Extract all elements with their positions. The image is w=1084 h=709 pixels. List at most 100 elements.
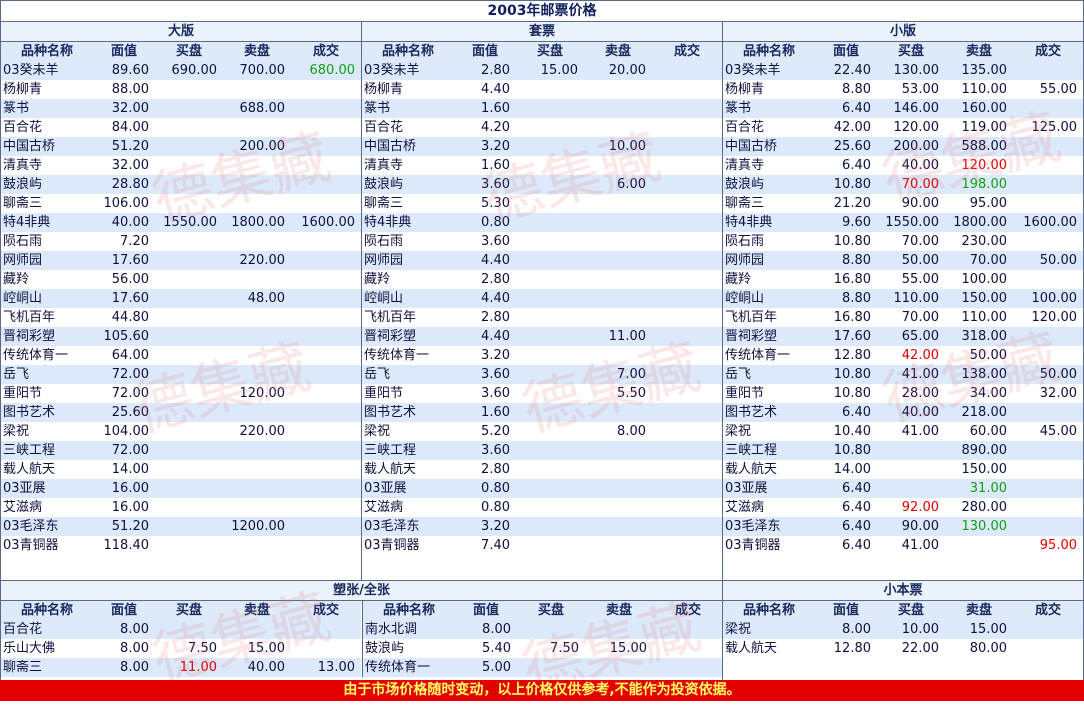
bid-cell (155, 308, 223, 327)
deal-cell (653, 639, 723, 658)
deal-cell (1013, 441, 1083, 460)
bid-cell (155, 327, 223, 346)
table-row: 特4非典 0.80 (362, 213, 722, 232)
table-row: 鼓浪屿 3.60 6.00 (362, 175, 722, 194)
stamp-name-cell: 篆书 (723, 99, 815, 118)
deal-cell: 680.00 (291, 61, 361, 80)
table-row: 崆峒山 4.40 (362, 289, 722, 308)
column-header: 品种名称 (1, 42, 93, 61)
ask-cell: 200.00 (223, 137, 291, 156)
stamp-name-cell: 03癸未羊 (723, 61, 815, 80)
face-value-cell: 14.00 (111, 462, 149, 477)
deal-cell (291, 194, 361, 213)
bid-cell (877, 441, 945, 460)
ask-cell: 95.00 (969, 196, 1007, 211)
stamp-name-cell: 清真寺 (364, 158, 404, 173)
deal-cell (652, 118, 722, 137)
table-row: 聊斋三 5.30 (362, 194, 722, 213)
face-value-cell: 105.60 (93, 327, 155, 346)
ask-cell (223, 460, 291, 479)
table-row: 岳飞 10.80 41.00 138.00 50.00 (723, 365, 1083, 384)
stamp-name-cell: 艾滋病 (3, 500, 43, 515)
deal-cell (1013, 327, 1083, 346)
panel-title-xiaoban: 小版 (723, 22, 1083, 42)
table-header-row: 品种名称 面值 买盘 卖盘 成交 (362, 42, 722, 61)
stamp-name-cell: 岳飞 (1, 365, 93, 384)
stamp-name-cell: 藏羚 (3, 272, 30, 287)
column-header: 成交 (653, 601, 723, 620)
table-row: 乐山大佛 8.00 7.50 15.00 (1, 639, 361, 658)
face-value-cell: 6.40 (842, 158, 871, 173)
face-value-cell: 16.80 (833, 272, 871, 287)
face-value-cell: 10.80 (833, 386, 871, 401)
ask-cell: 7.00 (584, 365, 652, 384)
bid-cell (155, 479, 223, 498)
face-value-cell: 51.20 (93, 137, 155, 156)
table-row: 飞机百年 44.80 (1, 308, 361, 327)
deal-cell (291, 517, 361, 536)
stamp-name-cell: 篆书 (362, 99, 454, 118)
deal-cell (291, 346, 361, 365)
stamp-name-cell: 图书艺术 (723, 403, 815, 422)
ask-cell: 8.00 (617, 424, 646, 439)
table-row: 传统体育一 12.80 42.00 50.00 (723, 346, 1083, 365)
face-value-cell: 4.40 (481, 82, 510, 97)
table-row: 载人航天 2.80 (362, 460, 722, 479)
bid-cell (516, 498, 584, 517)
deal-cell: 50.00 (1013, 251, 1083, 270)
table-row: 图书艺术 25.60 (1, 403, 361, 422)
deal-cell (652, 61, 722, 80)
ask-cell: 110.00 (961, 82, 1008, 97)
stamp-name-cell: 聊斋三 (1, 658, 93, 677)
stamp-name-cell: 03亚展 (1, 479, 93, 498)
bid-cell: 130.00 (877, 61, 945, 80)
face-value-cell: 1.60 (454, 99, 516, 118)
deal-cell: 50.00 (1013, 365, 1083, 384)
column-header: 成交 (1013, 601, 1083, 620)
bid-cell (155, 536, 223, 555)
table-row: 百合花 42.00 120.00 119.00 125.00 (723, 118, 1083, 137)
ask-cell (584, 194, 652, 213)
bid-cell: 690.00 (155, 61, 223, 80)
ask-cell: 34.00 (969, 386, 1007, 401)
deal-cell (652, 441, 722, 460)
face-value-cell: 0.80 (481, 500, 510, 515)
table-row: 百合花 8.00 (1, 620, 361, 639)
price-table-dab: 品种名称 面值 买盘 卖盘 成交 03癸未羊 89.60 690.00 700.00 680.00… (1, 42, 361, 555)
table-row: 杨柳青 88.00 (1, 80, 361, 99)
face-value-cell: 72.00 (93, 441, 155, 460)
bid-cell: 146.00 (877, 99, 945, 118)
face-value-cell: 1.60 (454, 403, 516, 422)
column-header: 品种名称 (362, 42, 454, 61)
bid-cell (155, 460, 223, 479)
deal-cell (291, 441, 361, 460)
ask-cell (223, 232, 291, 251)
ask-cell: 130.00 (945, 517, 1013, 536)
ask-cell: 120.00 (239, 386, 286, 401)
deal-cell (652, 175, 722, 194)
ask-cell: 150.00 (945, 289, 1013, 308)
bid-cell (516, 441, 584, 460)
deal-cell (291, 99, 361, 118)
face-value-cell: 25.60 (815, 137, 877, 156)
ask-cell (223, 346, 291, 365)
table-row: 百合花 4.20 (362, 118, 722, 137)
bid-cell: 1550.00 (155, 213, 223, 232)
deal-cell (652, 460, 722, 479)
stamp-name-cell: 梁祝 (3, 424, 30, 439)
bid-cell: 41.00 (901, 424, 939, 439)
table-row: 载人航天 12.80 22.00 80.00 (723, 639, 1083, 658)
ask-cell: 138.00 (945, 365, 1013, 384)
ask-cell (223, 156, 291, 175)
deal-cell (291, 137, 361, 156)
deal-cell (291, 270, 361, 289)
table-row: 03毛泽东 6.40 90.00 130.00 (723, 517, 1083, 536)
deal-cell (652, 213, 722, 232)
column-header: 卖盘 (223, 42, 291, 61)
deal-cell (291, 232, 361, 251)
bid-cell (516, 80, 584, 99)
bid-cell: 40.00 (901, 158, 939, 173)
bid-cell (155, 194, 223, 213)
bid-cell: 41.00 (877, 365, 945, 384)
ask-cell: 11.00 (584, 327, 652, 346)
